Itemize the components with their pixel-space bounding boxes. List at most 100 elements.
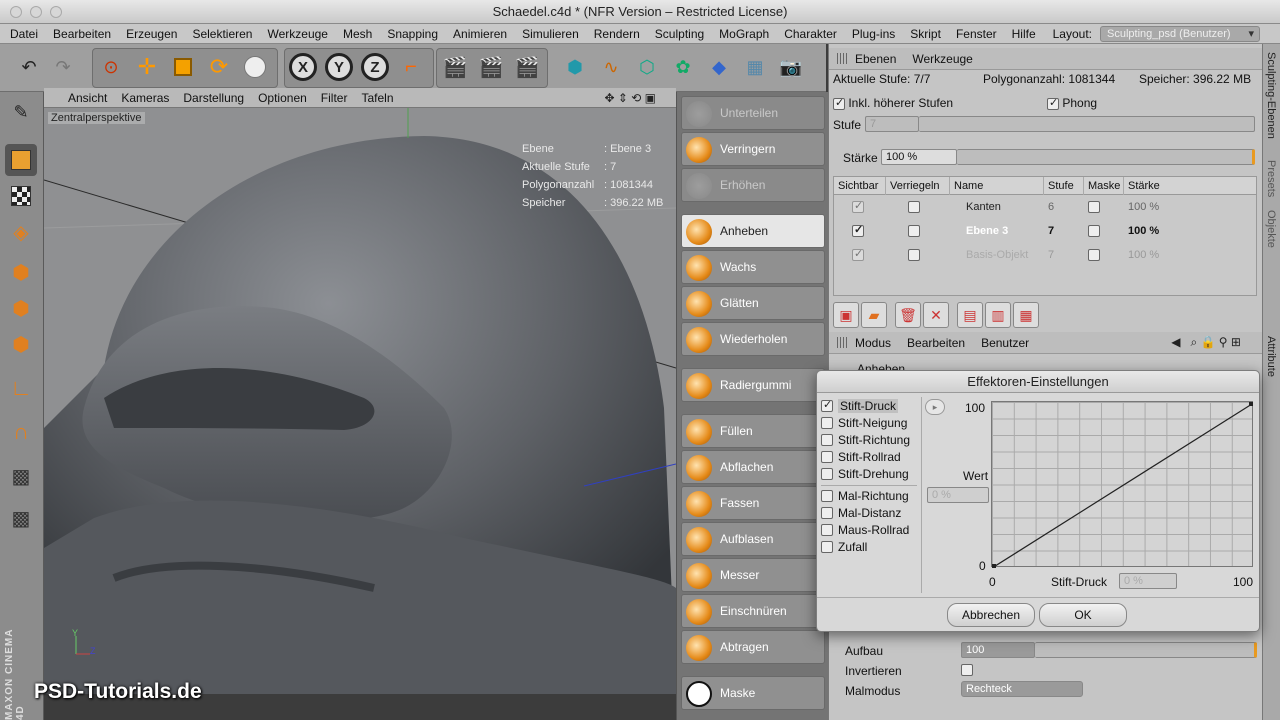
option-mal-distanz[interactable]: Mal-Distanz — [821, 504, 901, 521]
redo-icon[interactable]: ↷ — [46, 50, 80, 84]
move-tool-icon[interactable]: ✛ — [130, 50, 164, 84]
x-value-field[interactable]: 0 % — [1119, 573, 1177, 589]
option-stift-richtung[interactable]: Stift-Richtung — [821, 431, 910, 448]
option-stift-drehung[interactable]: Stift-Drehung — [821, 465, 909, 482]
visible-checkbox[interactable] — [852, 223, 864, 238]
panel-grip-icon[interactable] — [837, 337, 848, 348]
tab-bearbeiten[interactable]: Bearbeiten — [907, 336, 965, 350]
tab-sculpting-ebenen[interactable]: Sculpting-Ebenen — [1265, 52, 1277, 139]
menu-bearbeiten[interactable]: Bearbeiten — [53, 27, 111, 41]
texture-mode-icon[interactable] — [5, 180, 37, 212]
phong-toggle[interactable]: Phong — [1047, 96, 1097, 110]
brush-radiergummi[interactable]: Radiergummi — [681, 368, 825, 402]
option-mal-richtung[interactable]: Mal-Richtung — [821, 487, 909, 504]
sculpt-brush-icon[interactable] — [238, 50, 272, 84]
incl-higher-levels[interactable]: Inkl. höherer Stufen — [833, 96, 953, 110]
menu-charakter[interactable]: Charakter — [784, 27, 837, 41]
visible-checkbox[interactable] — [852, 247, 864, 262]
lock-checkbox[interactable] — [908, 249, 920, 262]
mask-checkbox[interactable] — [1088, 225, 1100, 238]
cube-object-icon[interactable]: ⬢ — [558, 50, 592, 84]
aufbau-field[interactable]: 100 — [961, 642, 1035, 658]
workplane-icon[interactable]: ◈ — [5, 216, 37, 248]
brush-fassen[interactable]: Fassen — [681, 486, 825, 520]
wert-field[interactable]: 0 % — [927, 487, 989, 503]
option-stift-rollrad[interactable]: Stift-Rollrad — [821, 448, 901, 465]
cancel-button[interactable]: Abbrechen — [947, 603, 1035, 627]
render-settings-icon[interactable]: 🎬 — [510, 50, 544, 84]
viewport-menu-filter[interactable]: Filter — [321, 91, 348, 105]
tab-attribute[interactable]: Attribute — [1265, 336, 1277, 377]
stufe-field[interactable]: 7 — [865, 116, 919, 132]
spline-icon[interactable]: ∿ — [594, 50, 628, 84]
axis-mode-icon[interactable]: ∟ — [5, 372, 37, 404]
add-folder-icon[interactable]: ▰ — [861, 302, 887, 328]
menu-erzeugen[interactable]: Erzeugen — [126, 27, 177, 41]
menu-plugins[interactable]: Plug-ins — [852, 27, 895, 41]
render-picture-icon[interactable]: 🎬 — [474, 50, 508, 84]
brush-abtragen[interactable]: Abtragen — [681, 630, 825, 664]
aufbau-slider[interactable] — [1035, 642, 1257, 658]
brush-aufblasen[interactable]: Aufblasen — [681, 522, 825, 556]
copy-layer-icon[interactable]: ▤ — [957, 302, 983, 328]
viewport-menu-ansicht[interactable]: Ansicht — [68, 91, 107, 105]
y-axis-icon[interactable]: Y — [322, 50, 356, 84]
zoom-window-button[interactable] — [50, 6, 62, 18]
clear-layer-icon[interactable]: ✕ — [923, 302, 949, 328]
phong-checkbox[interactable] — [1047, 96, 1059, 110]
points-mode-icon[interactable]: ⬢ — [5, 256, 37, 288]
lock-checkbox[interactable] — [908, 225, 920, 238]
brush-fuellen[interactable]: Füllen — [681, 414, 825, 448]
option-maus-rollrad[interactable]: Maus-Rollrad — [821, 521, 909, 538]
rotate-tool-icon[interactable]: ⟳ — [202, 50, 236, 84]
option-stift-druck[interactable]: Stift-Druck — [821, 397, 899, 414]
menu-simulieren[interactable]: Simulieren — [522, 27, 579, 41]
brush-unterteilen[interactable]: Unterteilen — [681, 96, 825, 130]
attr-nav-icons[interactable]: ◀ ⌕ 🔒 ⚲ ⊞ — [1171, 335, 1241, 350]
brush-abflachen[interactable]: Abflachen — [681, 450, 825, 484]
menu-mesh[interactable]: Mesh — [343, 27, 372, 41]
add-layer-icon[interactable]: ▣ — [833, 302, 859, 328]
polygons-mode-icon[interactable]: ⬢ — [5, 328, 37, 360]
menu-skript[interactable]: Skript — [910, 27, 941, 41]
3d-viewport[interactable]: Y Z Zentralperspektive Ebene: Ebene 3 Ak… — [44, 108, 676, 694]
viewport-menu-kameras[interactable]: Kameras — [121, 91, 169, 105]
menu-fenster[interactable]: Fenster — [956, 27, 997, 41]
deformer-icon[interactable]: ◆ — [702, 50, 736, 84]
menu-animieren[interactable]: Animieren — [453, 27, 507, 41]
camera-icon[interactable]: 📷 — [774, 50, 808, 84]
coordinate-system-icon[interactable]: ⌐ — [394, 50, 428, 84]
brush-einschnueren[interactable]: Einschnüren — [681, 594, 825, 628]
brush-anheben[interactable]: Anheben — [681, 214, 825, 248]
menu-snapping[interactable]: Snapping — [387, 27, 438, 41]
brush-wachs[interactable]: Wachs — [681, 250, 825, 284]
tab-benutzer[interactable]: Benutzer — [981, 336, 1029, 350]
curve-preset-button[interactable]: ▸ — [925, 399, 945, 415]
panel-grip-icon[interactable] — [837, 53, 848, 64]
brush-verringern[interactable]: Verringern — [681, 132, 825, 166]
menu-rendern[interactable]: Rendern — [594, 27, 640, 41]
merge-layer-icon[interactable]: ▦ — [1013, 302, 1039, 328]
staerke-field[interactable]: 100 % — [881, 149, 957, 165]
viewport-menu-tafeln[interactable]: Tafeln — [361, 91, 393, 105]
effector-curve-graph[interactable] — [991, 401, 1253, 568]
z-axis-icon[interactable]: Z — [358, 50, 392, 84]
close-window-button[interactable] — [10, 6, 22, 18]
menu-mograph[interactable]: MoGraph — [719, 27, 769, 41]
option-stift-neigung[interactable]: Stift-Neigung — [821, 414, 907, 431]
visible-checkbox[interactable] — [852, 199, 864, 214]
brush-maske[interactable]: Maske — [681, 676, 825, 710]
paste-layer-icon[interactable]: ▥ — [985, 302, 1011, 328]
tab-werkzeuge[interactable]: Werkzeuge — [912, 52, 972, 66]
workplane-grid-icon[interactable]: ▩ — [5, 502, 37, 534]
viewport-menu-darstellung[interactable]: Darstellung — [183, 91, 244, 105]
select-tool-icon[interactable]: ⊙ — [94, 50, 128, 84]
menu-datei[interactable]: Datei — [10, 27, 38, 41]
tab-ebenen[interactable]: Ebenen — [855, 52, 896, 66]
brush-messer[interactable]: Messer — [681, 558, 825, 592]
scene-icon[interactable]: ▦ — [738, 50, 772, 84]
malmodus-select[interactable]: Rechteck — [961, 681, 1083, 697]
brush-glaetten[interactable]: Glätten — [681, 286, 825, 320]
undo-icon[interactable]: ↶ — [12, 50, 46, 84]
layer-row[interactable]: Basis-Objekt 7 100 % — [834, 243, 1256, 267]
